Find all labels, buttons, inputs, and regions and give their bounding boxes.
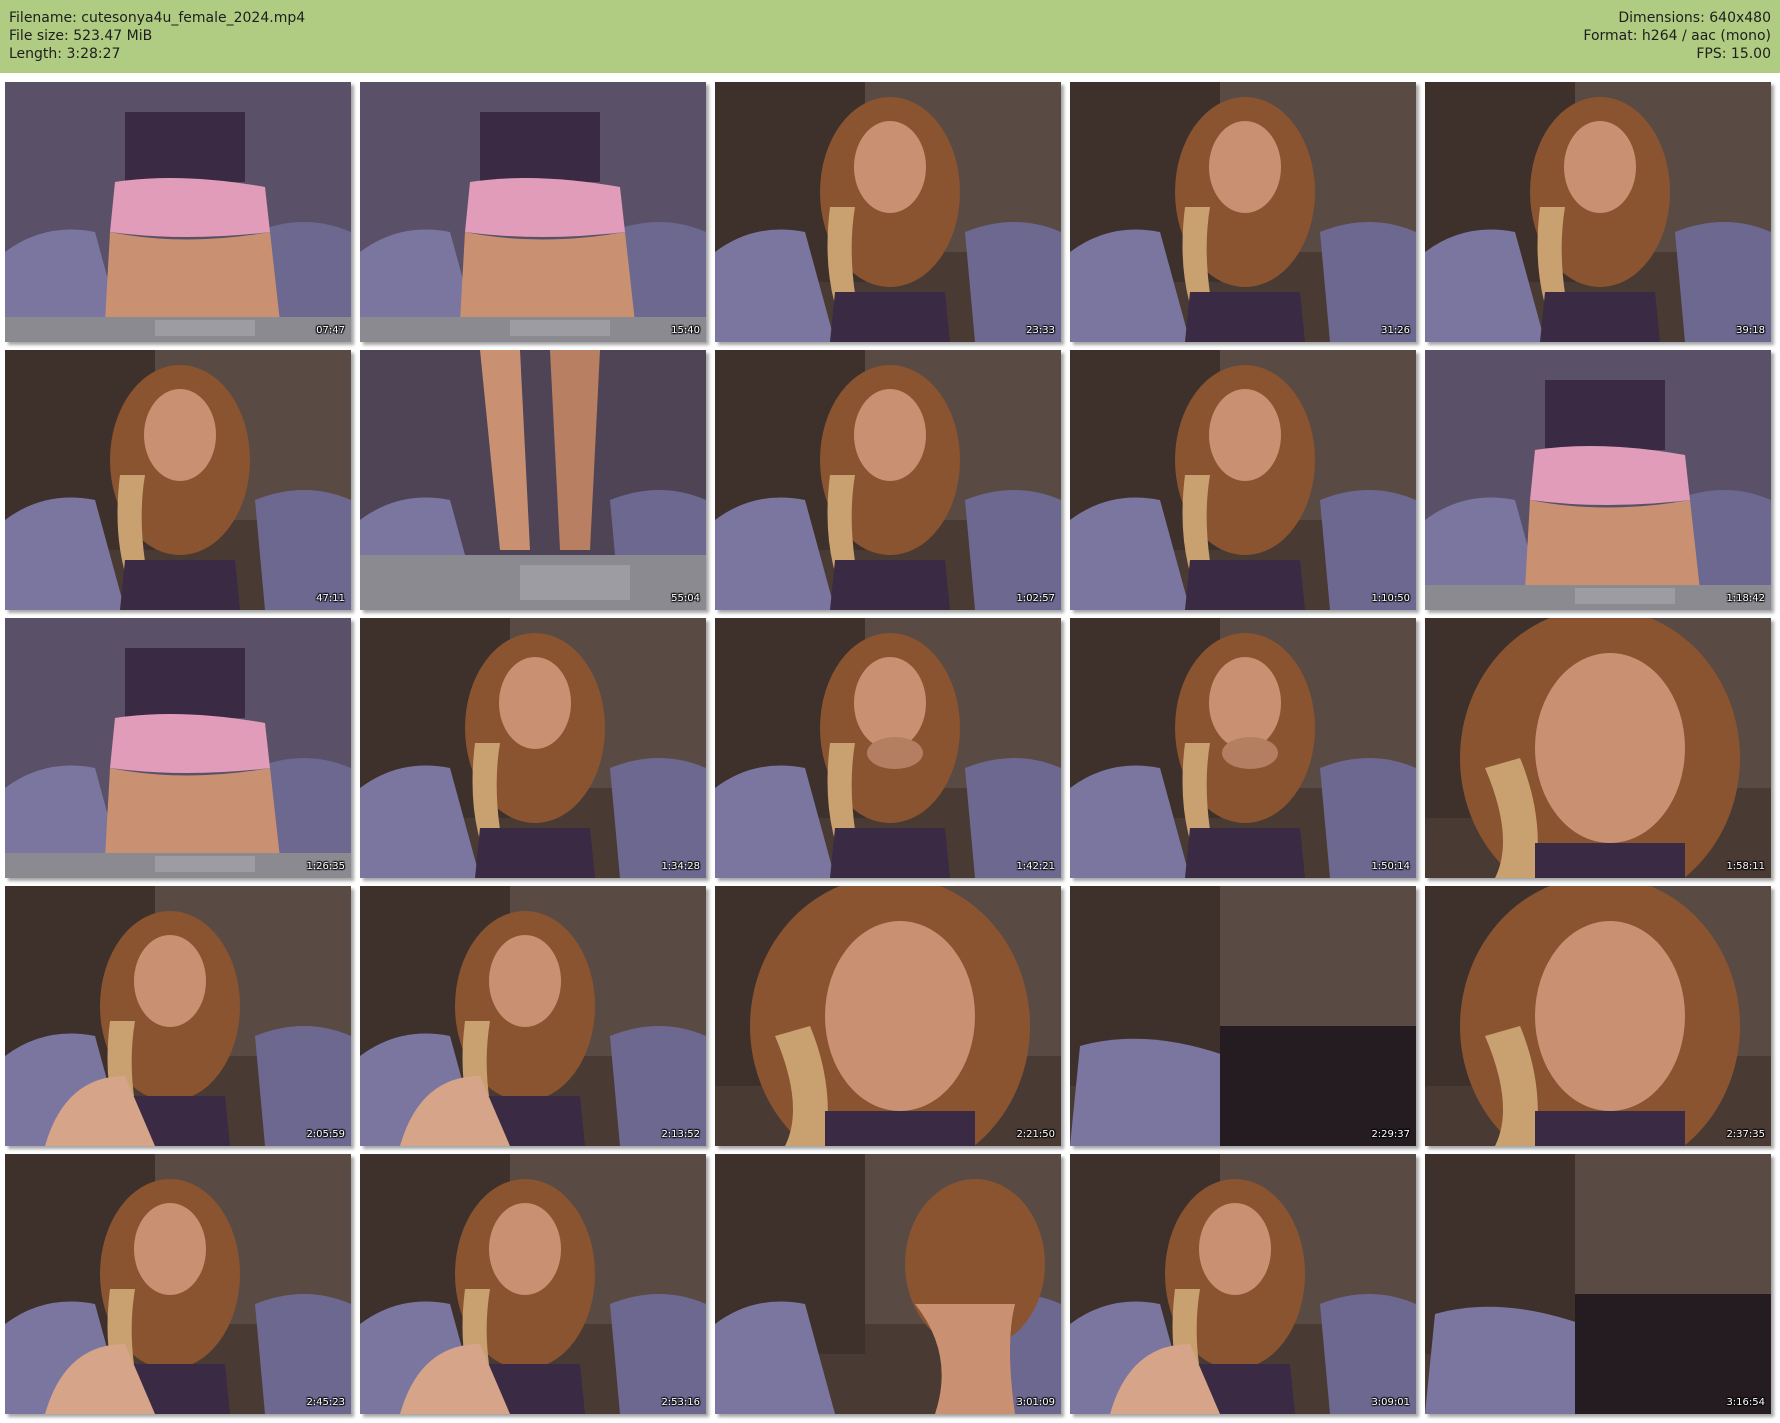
frame-timestamp: 2:05:59	[306, 1129, 345, 1140]
thumbnail-frame: 2:29:37	[1070, 886, 1416, 1146]
thumbnail-frame: 1:42:21	[715, 618, 1061, 878]
frame-timestamp: 1:42:21	[1016, 861, 1055, 872]
frame-timestamp: 47:11	[316, 593, 345, 604]
thumbnail-frame: 23:33	[715, 82, 1061, 342]
thumbnail-frame: 55:04	[360, 350, 706, 610]
video-frame-image	[360, 618, 706, 878]
frame-timestamp: 1:02:57	[1016, 593, 1055, 604]
video-frame-image	[1070, 82, 1416, 342]
frame-timestamp: 55:04	[671, 593, 700, 604]
video-frame-image	[1425, 350, 1771, 610]
video-frame-image	[715, 1154, 1061, 1414]
thumbnail-frame: 1:50:14	[1070, 618, 1416, 878]
frame-timestamp: 39:18	[1736, 325, 1765, 336]
video-frame-image	[1425, 1154, 1771, 1414]
frame-timestamp: 2:37:35	[1726, 1129, 1765, 1140]
frame-timestamp: 1:58:11	[1726, 861, 1765, 872]
frame-timestamp: 1:10:50	[1371, 593, 1410, 604]
thumbnail-frame: 31:26	[1070, 82, 1416, 342]
thumbnail-frame: 1:02:57	[715, 350, 1061, 610]
thumbnail-grid: 07:47 15:40 23:33 31:26 39:18 47:11 55:04 1:02:…	[0, 82, 1780, 1423]
thumbnail-frame: 1:58:11	[1425, 618, 1771, 878]
thumbnail-frame: 47:11	[5, 350, 351, 610]
thumbnail-frame: 3:01:09	[715, 1154, 1061, 1414]
video-frame-image	[360, 350, 706, 610]
thumbnail-frame: 2:53:16	[360, 1154, 706, 1414]
thumbnail-frame: 3:09:01	[1070, 1154, 1416, 1414]
video-frame-image	[715, 350, 1061, 610]
video-frame-image	[5, 886, 351, 1146]
length-label: Length: 3:28:27	[9, 46, 121, 62]
frame-timestamp: 07:47	[316, 325, 345, 336]
thumbnail-frame: 1:34:28	[360, 618, 706, 878]
video-frame-image	[715, 886, 1061, 1146]
filesize-label: File size: 523.47 MiB	[9, 28, 153, 44]
frame-timestamp: 2:13:52	[661, 1129, 700, 1140]
video-frame-image	[360, 1154, 706, 1414]
video-frame-image	[360, 886, 706, 1146]
frame-timestamp: 3:09:01	[1371, 1397, 1410, 1408]
fps-label: FPS: 15.00	[1696, 46, 1771, 62]
frame-timestamp: 1:50:14	[1371, 861, 1410, 872]
thumbnail-frame: 39:18	[1425, 82, 1771, 342]
thumbnail-frame: 2:05:59	[5, 886, 351, 1146]
thumbnail-frame: 3:16:54	[1425, 1154, 1771, 1414]
frame-timestamp: 23:33	[1026, 325, 1055, 336]
frame-timestamp: 1:26:35	[306, 861, 345, 872]
thumbnail-frame: 1:18:42	[1425, 350, 1771, 610]
frame-timestamp: 31:26	[1381, 325, 1410, 336]
thumbnail-frame: 2:21:50	[715, 886, 1061, 1146]
video-frame-image	[1070, 886, 1416, 1146]
thumbnail-frame: 07:47	[5, 82, 351, 342]
thumbnail-frame: 1:26:35	[5, 618, 351, 878]
info-header: Filename: cutesonya4u_female_2024.mp4 Fi…	[0, 0, 1780, 73]
frame-timestamp: 1:34:28	[661, 861, 700, 872]
video-frame-image	[1070, 618, 1416, 878]
frame-timestamp: 15:40	[671, 325, 700, 336]
video-frame-image	[1425, 886, 1771, 1146]
file-info-right: Dimensions: 640x480 Format: h264 / aac (…	[1583, 9, 1771, 63]
video-frame-image	[5, 618, 351, 878]
video-frame-image	[360, 82, 706, 342]
thumbnail-frame: 2:37:35	[1425, 886, 1771, 1146]
thumbnail-frame: 2:45:23	[5, 1154, 351, 1414]
thumbnail-frame: 15:40	[360, 82, 706, 342]
video-frame-image	[715, 618, 1061, 878]
filename-label: Filename: cutesonya4u_female_2024.mp4	[9, 10, 306, 26]
format-label: Format: h264 / aac (mono)	[1583, 28, 1771, 44]
video-frame-image	[1425, 82, 1771, 342]
video-frame-image	[1070, 1154, 1416, 1414]
video-frame-image	[1070, 350, 1416, 610]
frame-timestamp: 2:53:16	[661, 1397, 700, 1408]
frame-timestamp: 2:21:50	[1016, 1129, 1055, 1140]
frame-timestamp: 2:45:23	[306, 1397, 345, 1408]
video-frame-image	[5, 350, 351, 610]
frame-timestamp: 3:01:09	[1016, 1397, 1055, 1408]
frame-timestamp: 1:18:42	[1726, 593, 1765, 604]
thumbnail-frame: 1:10:50	[1070, 350, 1416, 610]
file-info-left: Filename: cutesonya4u_female_2024.mp4 Fi…	[9, 9, 305, 63]
video-frame-image	[1425, 618, 1771, 878]
frame-timestamp: 2:29:37	[1371, 1129, 1410, 1140]
video-frame-image	[5, 82, 351, 342]
frame-timestamp: 3:16:54	[1726, 1397, 1765, 1408]
dimensions-label: Dimensions: 640x480	[1618, 10, 1771, 26]
video-frame-image	[5, 1154, 351, 1414]
video-frame-image	[715, 82, 1061, 342]
thumbnail-frame: 2:13:52	[360, 886, 706, 1146]
